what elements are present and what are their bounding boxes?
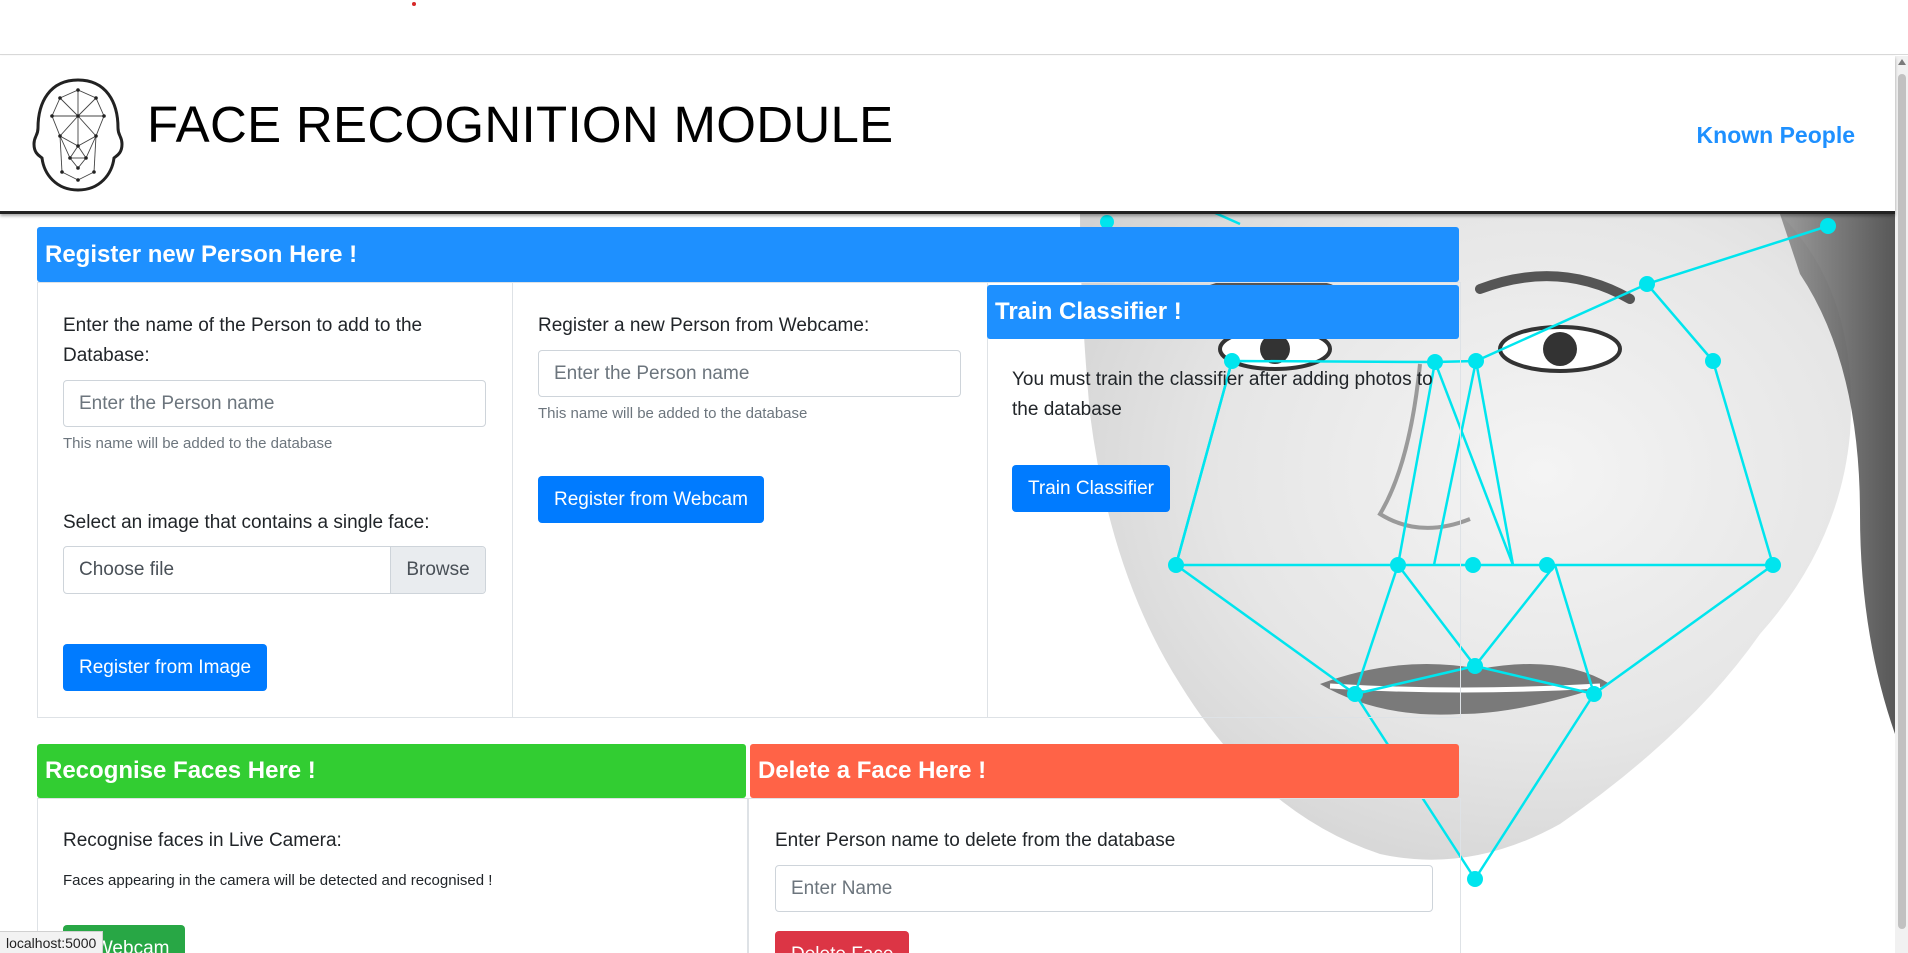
face-logo-icon <box>32 78 124 192</box>
recognise-header: Recognise Faces Here ! <box>37 744 746 798</box>
register-webcam-column: Register a new Person from Webcame: Ente… <box>513 283 988 717</box>
train-classifier-button[interactable]: Train Classifier <box>1012 465 1170 512</box>
scrollbar-thumb[interactable] <box>1898 74 1906 929</box>
register-from-image-button[interactable]: Register from Image <box>63 644 268 691</box>
train-header: Train Classifier ! <box>987 285 1459 339</box>
delete-label: Enter Person name to delete from the dat… <box>775 830 1176 851</box>
image-file-label: Select an image that contains a single f… <box>63 512 430 533</box>
delete-name-input[interactable]: Enter Name <box>775 865 1433 912</box>
browser-top-strip <box>0 0 1908 55</box>
delete-header: Delete a Face Here ! <box>750 744 1459 798</box>
browser-status-bar: localhost:5000 <box>0 931 104 953</box>
page-title: FACE RECOGNITION MODULE <box>147 96 894 153</box>
person-name-help: This name will be added to the database <box>63 435 333 452</box>
register-panel: Enter the name of the Person to add to t… <box>37 282 1461 718</box>
scroll-up-icon[interactable] <box>1898 59 1906 65</box>
image-file-input[interactable]: Choose file Browse <box>63 546 486 594</box>
browse-button[interactable]: Browse <box>390 547 485 593</box>
webcam-person-name-input[interactable]: Enter the Person name <box>538 350 961 397</box>
recognise-panel: Recognise faces in Live Camera: Faces ap… <box>37 798 748 953</box>
person-name-label: Enter the name of the Person to add to t… <box>63 315 423 366</box>
recognise-help: Faces appearing in the camera will be de… <box>63 872 493 889</box>
register-header: Register new Person Here ! <box>37 227 1459 282</box>
person-name-input[interactable]: Enter the Person name <box>63 380 486 427</box>
page-scrollbar[interactable] <box>1895 56 1908 953</box>
delete-panel: Enter Person name to delete from the dat… <box>748 798 1461 953</box>
webcam-person-name-help: This name will be added to the database <box>538 405 808 422</box>
delete-face-button[interactable]: Delete Face <box>775 931 910 953</box>
webcam-label: Register a new Person from Webcame: <box>538 315 870 336</box>
register-image-column: Enter the name of the Person to add to t… <box>38 283 513 717</box>
register-from-webcam-button[interactable]: Register from Webcam <box>538 476 764 523</box>
navbar: FACE RECOGNITION MODULE Known People <box>0 56 1895 214</box>
red-dot <box>412 2 416 6</box>
recognise-label: Recognise faces in Live Camera: <box>63 830 342 851</box>
train-text: You must train the classifier after addi… <box>1012 369 1433 420</box>
file-input-placeholder: Choose file <box>79 559 175 580</box>
known-people-link[interactable]: Known People <box>1697 122 1855 149</box>
